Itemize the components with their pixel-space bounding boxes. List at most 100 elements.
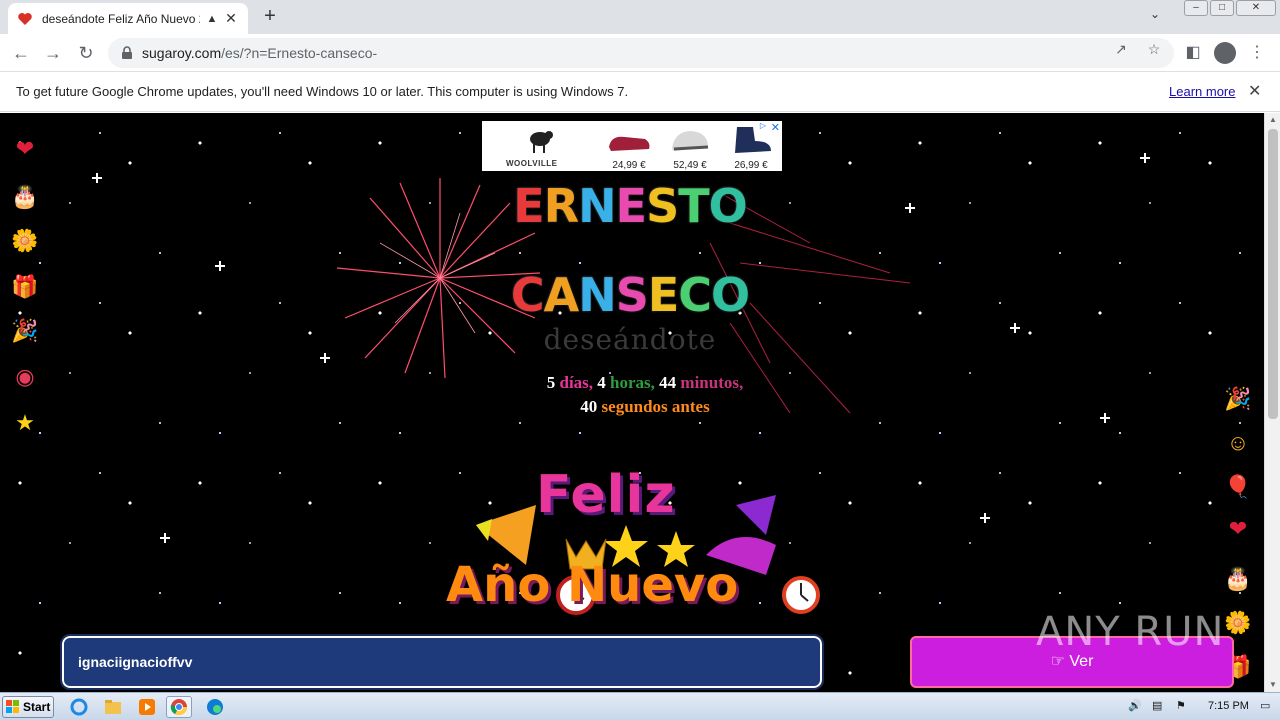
lock-icon: [122, 46, 132, 59]
chrome-taskbar-icon[interactable]: [166, 696, 192, 718]
ad-brand: WOOLVILLE: [506, 159, 558, 168]
volume-icon[interactable]: 🔊: [1128, 699, 1142, 712]
action-center-flag-icon[interactable]: ⚑: [1176, 699, 1186, 712]
screen: deseándote Feliz Año Nuevo 20 ▲ ✕ + ⌄ – …: [0, 0, 1280, 720]
slipper-image: [609, 136, 650, 151]
scroll-thumb[interactable]: [1268, 129, 1278, 419]
browser-tab[interactable]: deseándote Feliz Año Nuevo 20 ▲ ✕: [8, 3, 248, 34]
sheep-logo-icon: [530, 131, 553, 153]
name-input[interactable]: ignaciignacioffvv: [60, 634, 824, 690]
letter: O: [708, 179, 748, 233]
new-tab-button[interactable]: +: [258, 5, 282, 29]
show-desktop-icon[interactable]: ▭: [1260, 699, 1270, 712]
seconds-label: segundos antes: [601, 397, 710, 416]
minimize-button[interactable]: –: [1184, 0, 1208, 16]
speaker-icon[interactable]: ▲: [204, 13, 220, 25]
ad-product[interactable]: 52,49 €: [665, 125, 715, 171]
letter: T: [678, 179, 709, 233]
maximize-button[interactable]: □: [1210, 0, 1234, 16]
scroll-up-arrow-icon[interactable]: ▲: [1265, 113, 1280, 127]
letter: N: [578, 179, 616, 233]
windows-logo-icon: [6, 700, 19, 713]
heart-balloons-icon[interactable]: ❤: [11, 135, 39, 163]
scroll-down-arrow-icon[interactable]: ▼: [1265, 678, 1280, 692]
profile-avatar[interactable]: [1214, 42, 1236, 64]
url-path: /es/?n=Ernesto-canseco-: [221, 45, 378, 61]
letter: C: [678, 268, 712, 322]
infobar-close-icon[interactable]: ✕: [1248, 81, 1261, 101]
ver-button-label: Ver: [1069, 653, 1094, 670]
learn-more-link[interactable]: Learn more: [1169, 84, 1235, 99]
start-button[interactable]: Start: [2, 696, 54, 718]
ad-info-icon[interactable]: ▷: [758, 121, 768, 131]
folder-icon[interactable]: [100, 696, 126, 718]
clown-face-icon[interactable]: ☺: [1224, 429, 1252, 457]
side-panel-icon[interactable]: ◧: [1180, 40, 1206, 66]
flower-pot-icon[interactable]: 🌼: [11, 227, 39, 255]
letter: E: [513, 179, 544, 233]
page-scrollbar[interactable]: ▲ ▼: [1264, 113, 1280, 692]
letter: S: [615, 268, 649, 322]
ad-close-icon[interactable]: ✕: [771, 121, 780, 134]
tab-search-chevron-icon[interactable]: ⌄: [1150, 7, 1160, 21]
menu-kebab-icon[interactable]: ⋮: [1244, 40, 1270, 66]
seconds-number: 40: [580, 397, 598, 416]
flower-pot-icon[interactable]: 🌼: [1224, 609, 1252, 637]
cake-icon[interactable]: 🎂: [1224, 565, 1252, 593]
address-bar[interactable]: sugaroy.com/es/?n=Ernesto-canseco-: [108, 38, 1174, 68]
letter: E: [615, 179, 647, 233]
ano-nuevo-text: Año Nuevo: [446, 557, 739, 613]
gift-icon[interactable]: 🎁: [11, 273, 39, 301]
tab-strip: deseándote Feliz Año Nuevo 20 ▲ ✕ + ⌄ – …: [0, 0, 1280, 34]
hours-number: 4: [597, 373, 606, 392]
forward-arrow-icon[interactable]: →: [42, 42, 64, 64]
window-controls: – □ ✕: [1182, 0, 1276, 18]
ad-price: 26,99 €: [734, 160, 768, 171]
edge-icon[interactable]: [202, 696, 228, 718]
sparkle: [320, 353, 330, 363]
letter: E: [647, 268, 679, 322]
window-close-button[interactable]: ✕: [1236, 0, 1276, 16]
last-name-title: CANSECO: [480, 268, 780, 322]
bookmark-star-icon[interactable]: ☆: [1143, 38, 1165, 60]
anyrun-watermark: ANY RUN: [1036, 609, 1225, 655]
browser-toolbar: ← → ↻ sugaroy.com/es/?n=Ernesto-canseco-…: [0, 34, 1280, 72]
pointing-hand-icon: ☞: [1050, 653, 1065, 670]
reload-icon[interactable]: ↻: [75, 42, 97, 64]
letter: A: [543, 268, 580, 322]
windows-taskbar: Start 🔊 ▤ ⚑ 7:15 PM ▭: [0, 692, 1280, 720]
party-popper-icon[interactable]: 🎉: [1224, 385, 1252, 413]
share-icon[interactable]: ↗: [1110, 38, 1132, 60]
infobar-message: To get future Google Chrome updates, you…: [16, 84, 629, 99]
url-domain: sugaroy.com: [142, 45, 222, 61]
minutes-label: minutos,: [680, 373, 744, 392]
slipper-image: [672, 131, 709, 151]
star-icon[interactable]: ★: [11, 409, 39, 437]
hours-label: horas,: [610, 373, 655, 392]
heart-balloons-icon[interactable]: ❤: [1224, 515, 1252, 543]
donut-icon[interactable]: ◉: [11, 363, 39, 391]
new-year-banner: Feliz Año Nuevo: [436, 465, 826, 625]
ie-icon[interactable]: [66, 696, 92, 718]
sparkle: [1140, 153, 1150, 163]
ad-price: 52,49 €: [673, 160, 707, 171]
ad-product[interactable]: 26,99 €: [726, 125, 776, 171]
back-arrow-icon[interactable]: ←: [10, 42, 32, 64]
ad-product[interactable]: 24,99 €: [604, 125, 654, 171]
ad-price: 24,99 €: [612, 160, 646, 171]
ad-banner[interactable]: WOOLVILLE 24,99 € 52,49 € 26,99 € ▷ ✕: [482, 121, 782, 171]
cake-icon[interactable]: 🎂: [11, 183, 39, 211]
sparkle: [1100, 413, 1110, 423]
network-icon[interactable]: ▤: [1152, 699, 1162, 712]
sparkle: [1010, 323, 1020, 333]
minutes-number: 44: [659, 373, 677, 392]
sparkle: [92, 173, 102, 183]
taskbar-clock[interactable]: 7:15 PM: [1208, 700, 1249, 712]
letter: R: [543, 179, 579, 233]
sparkle: [215, 261, 225, 271]
media-player-icon[interactable]: [134, 696, 160, 718]
tab-close-icon[interactable]: ✕: [222, 10, 240, 27]
bunting-icon[interactable]: 🎉: [11, 317, 39, 345]
balloons-icon[interactable]: 🎈: [1224, 473, 1252, 501]
update-infobar: To get future Google Chrome updates, you…: [0, 72, 1280, 112]
